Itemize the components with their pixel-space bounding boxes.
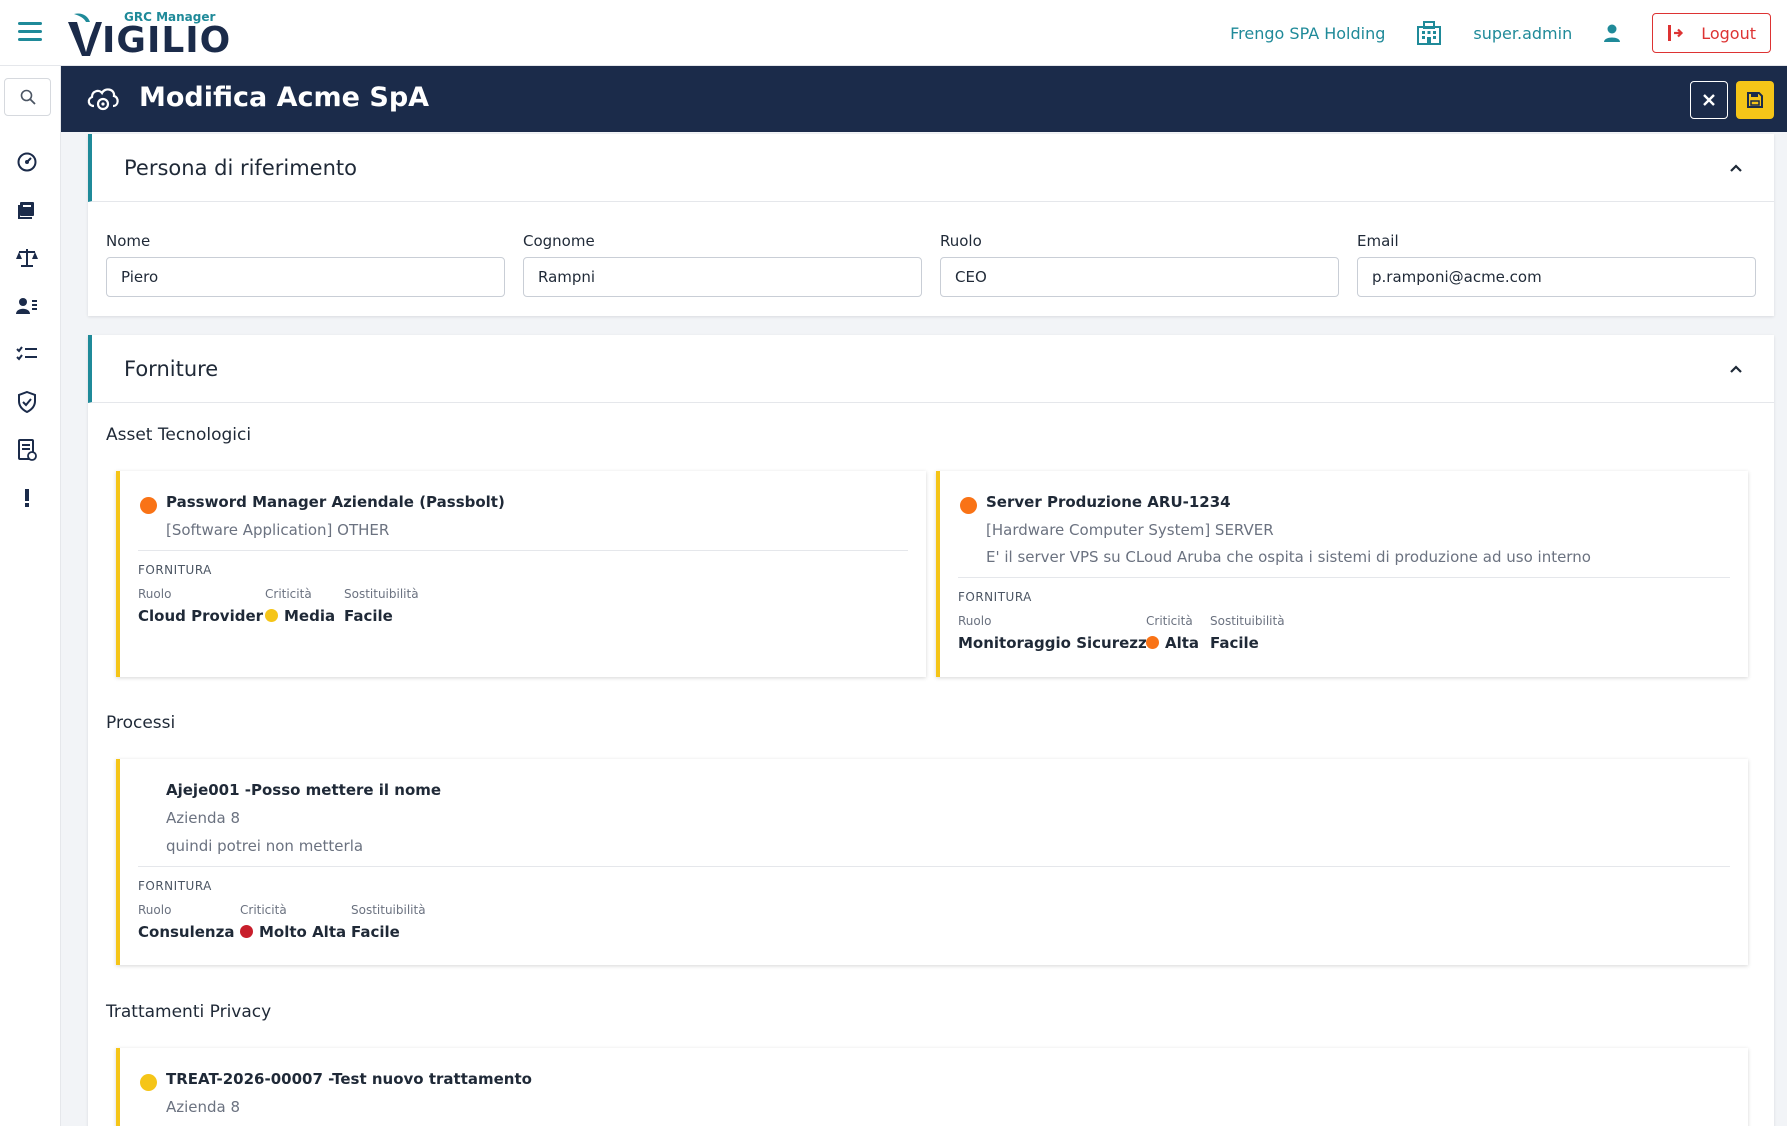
criticality-dot [960,497,977,514]
asset-name[interactable]: Server Produzione ARU-1234 [986,493,1231,511]
surname-field[interactable] [523,257,922,297]
supplies-title: Forniture [124,357,219,381]
criticality-label: Criticità [1146,614,1193,628]
chevron-up-icon[interactable] [1728,361,1744,377]
substitutability-value: Facile [1210,634,1259,652]
criticality-value: Alta [1146,634,1199,652]
balance-scale-icon[interactable] [16,247,38,269]
processes-section-title: Processi [106,713,176,733]
supply-kicker: FORNITURA [138,563,212,577]
email-label: Email [1357,232,1399,250]
sidebar-search-button[interactable] [4,78,51,116]
criticality-dot [265,609,278,622]
criticality-value: Molto Alta [240,923,346,941]
role-value: Cloud Provider [138,607,264,625]
app-logo[interactable]: GRC Manager IGILIO [64,6,230,62]
criticality-label: Criticità [240,903,287,917]
top-right-controls: Frengo SPA Holding super.admin Logout [1230,12,1771,54]
name-label: Nome [106,232,151,250]
privacy-card[interactable]: TREAT-2026-00007 -Test nuovo trattamento… [116,1048,1748,1126]
criticality-dot [140,497,157,514]
shield-check-icon[interactable] [16,391,38,413]
role-label: Ruolo [958,614,992,628]
process-company: Azienda 8 [166,809,241,827]
dashboard-gauge-icon[interactable] [16,151,38,173]
left-sidebar [0,66,61,1126]
email-field[interactable] [1357,257,1756,297]
criticality-text: Media [284,607,336,625]
privacy-name[interactable]: TREAT-2026-00007 -Test nuovo trattamento [166,1070,532,1088]
substitutability-label: Sostituibilità [351,903,426,917]
criticality-label: Criticità [265,587,312,601]
role-label: Ruolo [138,587,172,601]
divider [138,866,1730,867]
asset-name[interactable]: Password Manager Aziendale (Passbolt) [166,493,505,511]
criticality-text: Molto Alta [259,923,347,941]
criticality-dot [240,925,253,938]
process-card[interactable]: Ajeje001 -Posso mettere il nome Azienda … [116,759,1748,965]
asset-description: E' il server VPS su CLoud Aruba che ospi… [986,548,1591,566]
divider [138,550,908,551]
substitutability-value: Facile [351,923,400,941]
process-description: quindi potrei non metterla [166,837,364,855]
asset-type: [Software Application] OTHER [166,521,390,539]
logo-bird-icon [68,13,102,56]
top-bar: GRC Manager IGILIO Frengo SPA Holding su… [0,0,1787,66]
privacy-company: Azienda 8 [166,1098,241,1116]
user-icon[interactable] [1602,23,1622,43]
logout-icon [1668,25,1684,41]
substitutability-value: Facile [344,607,393,625]
criticality-dot [140,1074,157,1091]
process-name[interactable]: Ajeje001 -Posso mettere il nome [166,781,441,799]
logout-button[interactable]: Logout [1652,13,1771,53]
exclamation-icon[interactable] [16,487,38,509]
logo-wordmark: IGILIO [102,20,232,61]
books-icon[interactable] [16,199,38,221]
asset-card[interactable]: Server Produzione ARU-1234 [Hardware Com… [936,471,1748,677]
role-field[interactable] [940,257,1339,297]
criticality-value: Media [265,607,335,625]
substitutability-label: Sostituibilità [344,587,419,601]
checklist-icon[interactable] [16,343,38,365]
tech-assets-section-title: Asset Tecnologici [106,425,252,445]
close-button[interactable] [1690,81,1728,119]
chevron-up-icon[interactable] [1728,160,1744,176]
company-selector[interactable]: Frengo SPA Holding [1230,24,1385,43]
asset-card[interactable]: Password Manager Aziendale (Passbolt) [S… [116,471,926,677]
substitutability-label: Sostituibilità [1210,614,1285,628]
user-name[interactable]: super.admin [1473,24,1572,43]
page-title: Modifica Acme SpA [139,82,430,113]
role-label: Ruolo [940,232,982,250]
role-value: Consulenza [138,923,235,941]
logout-label: Logout [1701,23,1756,43]
save-button[interactable] [1736,81,1774,119]
hamburger-icon[interactable] [18,22,42,42]
page-header: Modifica Acme SpA [61,66,1787,132]
contact-person-header[interactable]: Persona di riferimento [88,134,1774,202]
user-list-icon[interactable] [16,295,38,317]
supply-kicker: FORNITURA [958,590,1032,604]
privacy-section-title: Trattamenti Privacy [106,1002,272,1022]
role-label: Ruolo [138,903,172,917]
asset-type: [Hardware Computer System] SERVER [986,521,1274,539]
role-value: Monitoraggio Sicurezza [958,634,1157,652]
criticality-dot [1146,636,1159,649]
supplies-card: Forniture [88,335,1774,1126]
surname-label: Cognome [523,232,595,250]
name-field[interactable] [106,257,505,297]
save-icon [1747,92,1763,108]
report-icon[interactable] [16,439,38,461]
contact-person-card: Persona di riferimento Nome Cognome Ruol… [88,134,1774,316]
supplies-header[interactable]: Forniture [88,335,1774,403]
close-icon [1703,94,1715,106]
building-icon[interactable] [1415,19,1443,47]
contact-person-title: Persona di riferimento [124,156,357,180]
supply-kicker: FORNITURA [138,879,212,893]
search-icon [20,89,36,105]
criticality-text: Alta [1165,634,1200,652]
cloud-gear-icon [87,88,119,111]
divider [958,577,1730,578]
